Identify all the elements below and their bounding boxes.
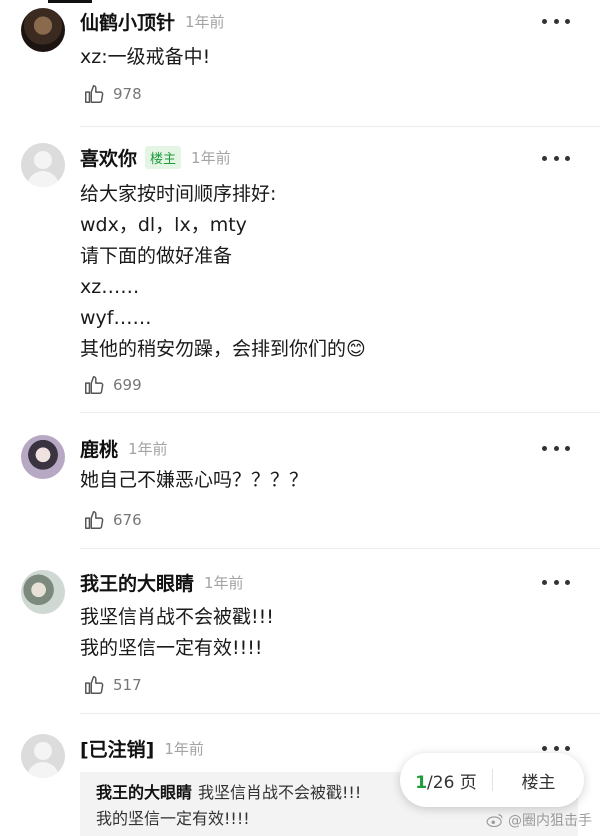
more-dots-icon[interactable] [542,16,570,26]
op-badge: 楼主 [145,145,182,169]
like-count: 978 [113,85,142,103]
username[interactable]: 我王的大眼睛 [80,569,194,596]
comment-text: xz:一级戒备中! [80,42,210,73]
timestamp: 1年前 [185,12,225,31]
watermark: @圈内狙击手 [486,810,592,830]
comment-line: 请下面的做好准备 [80,245,233,267]
username[interactable]: 仙鹤小顶针 [80,8,175,35]
username[interactable]: [已注销] [80,735,154,762]
more-dots-icon[interactable] [542,743,570,753]
timestamp: 1年前 [191,148,231,167]
comment-line: 给大家按时间顺序排好: [80,183,277,205]
like-button[interactable]: 699 [83,373,142,397]
avatar[interactable] [21,734,65,778]
only-op-button[interactable]: 楼主 [493,768,584,793]
divider [80,126,600,127]
top-indicator [48,0,92,3]
comment-text: 给大家按时间顺序排好: wdx，dl，lx，mty 请下面的做好准备 xz…… … [80,179,366,365]
like-count: 699 [113,376,142,394]
weibo-icon [486,814,503,827]
total-pages: /26 页 [427,772,477,793]
comment-header: 仙鹤小顶针 1年前 [80,6,225,36]
avatar[interactable] [21,143,65,187]
quoted-text: 我坚信肖战不会被戳!!! [198,783,362,802]
timestamp: 1年前 [204,573,244,592]
username[interactable]: 鹿桃 [80,435,118,462]
divider [80,412,600,413]
current-page: 1 [415,772,428,793]
timestamp: 1年前 [128,439,168,458]
comment-header: [已注销] 1年前 [80,733,204,763]
watermark-text: @圈内狙击手 [508,813,592,829]
page-indicator[interactable]: 1/26 页 [400,768,492,793]
comment-line: xz:一级戒备中! [80,46,211,68]
thumbs-up-icon [85,511,104,529]
quoted-username[interactable]: 我王的大眼睛 [96,783,192,802]
comment-line: 我的坚信一定有效!!!! [80,637,263,659]
more-dots-icon[interactable] [542,153,570,163]
username[interactable]: 喜欢你 [80,144,137,171]
timestamp: 1年前 [164,739,204,758]
page-navigator: 1/26 页 楼主 [400,753,584,807]
comment-text: 我坚信肖战不会被戳!!! 我的坚信一定有效!!!! [80,602,274,664]
thumbs-up-icon [85,85,104,103]
like-count: 676 [113,511,142,529]
comment-line: 我坚信肖战不会被戳!!! [80,606,274,628]
like-count: 517 [113,676,142,694]
avatar[interactable] [21,435,65,479]
comment-text: 她自己不嫌恶心吗？？？？ [80,465,308,496]
comment-header: 喜欢你 楼主 1年前 [80,142,231,172]
like-button[interactable]: 517 [83,673,142,697]
more-dots-icon[interactable] [542,443,570,453]
avatar[interactable] [21,570,65,614]
divider [80,548,600,549]
comment-header: 我王的大眼睛 1年前 [80,567,244,597]
comment-line: wdx，dl，lx，mty [80,214,247,236]
comment-line: xz…… [80,276,140,298]
avatar[interactable] [21,8,65,52]
like-button[interactable]: 978 [83,82,142,106]
more-dots-icon[interactable] [542,577,570,587]
divider [80,713,600,714]
comment-line: wyf…… [80,307,152,329]
comment-header: 鹿桃 1年前 [80,433,168,463]
comment-line: 她自己不嫌恶心吗？？？？ [80,469,309,491]
comment-line: 其他的稍安勿躁，会排到你们的😊 [80,338,366,360]
thumbs-up-icon [85,376,104,394]
thumbs-up-icon [85,676,104,694]
like-button[interactable]: 676 [83,508,142,532]
